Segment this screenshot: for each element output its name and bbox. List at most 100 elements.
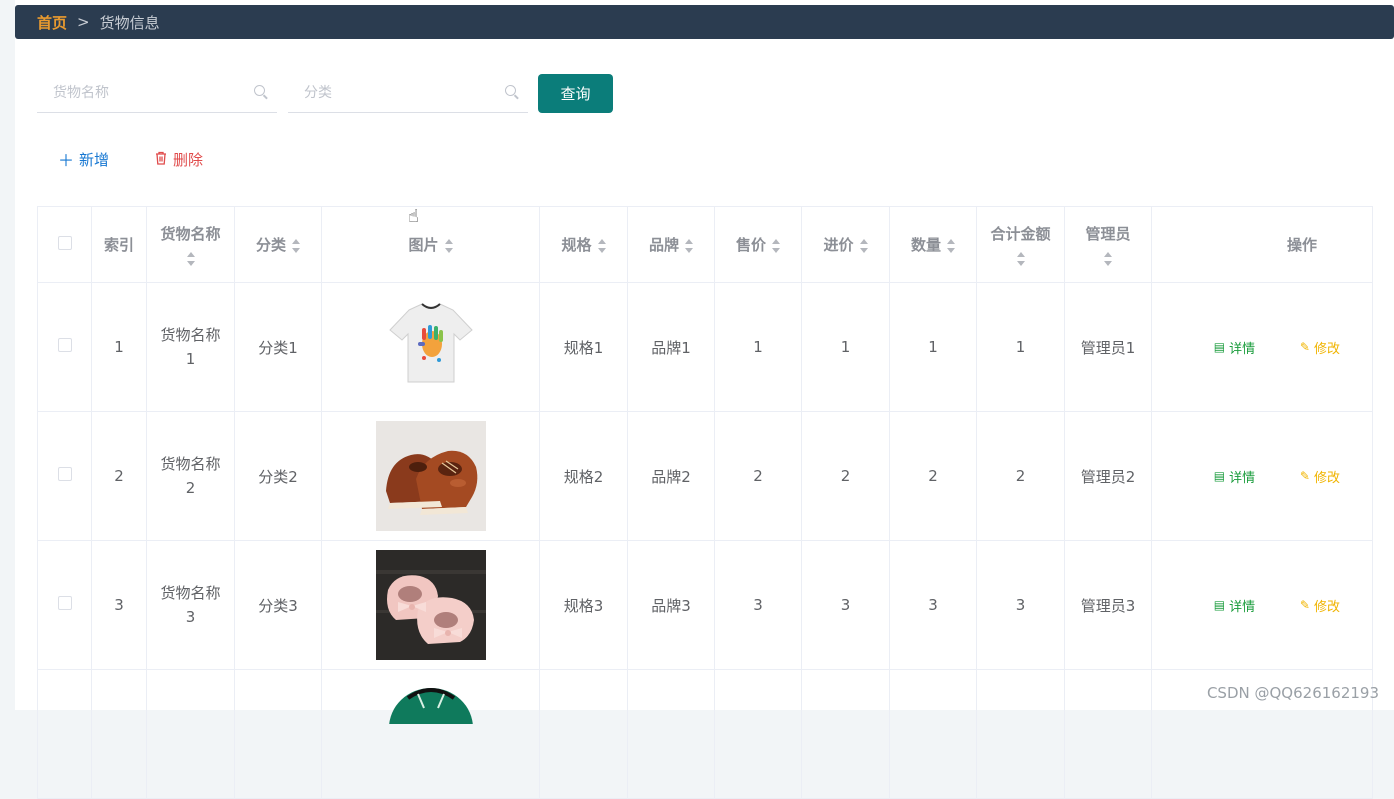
sort-icon[interactable] (859, 238, 868, 253)
purchase-price-cell: 2 (801, 411, 890, 541)
sort-icon[interactable] (1104, 252, 1112, 266)
category-cell (234, 669, 322, 799)
breadcrumb-home[interactable]: 首页 (37, 12, 67, 33)
breadcrumb-separator: > (77, 13, 90, 31)
select-all-cell (37, 206, 92, 283)
header-image-label: 图片 (408, 236, 439, 254)
search-icon (254, 85, 265, 96)
sort-icon[interactable] (772, 238, 780, 253)
table-header-row: 索引 货物名称 分类 图片 规格 品牌 售价 进价 数量 合计金额 管理员 操作 (37, 206, 1373, 283)
pencil-icon: ✎ (1299, 340, 1310, 355)
row-checkbox[interactable] (57, 596, 72, 610)
sale-price-cell: 3 (714, 540, 802, 670)
name-search-input[interactable] (37, 73, 245, 113)
admin-cell (1064, 669, 1152, 799)
add-label: 新增 (79, 150, 110, 169)
purchase-price-cell: 3 (801, 540, 890, 670)
detail-button[interactable]: ▤ 详情 (1214, 596, 1255, 615)
image-cell (321, 540, 540, 670)
admin-cell: 管理员1 (1064, 282, 1152, 412)
detail-label: 详情 (1229, 470, 1256, 486)
image-cell (321, 411, 540, 541)
query-button[interactable]: 查询 (538, 74, 613, 113)
edit-button[interactable]: ✎ 修改 (1300, 596, 1340, 615)
pencil-icon: ✎ (1299, 469, 1310, 484)
sale-price-cell: 2 (714, 411, 802, 541)
header-image[interactable]: 图片 (321, 206, 540, 283)
name-cell: 货物名称2 (146, 411, 235, 541)
sale-price-cell (714, 669, 802, 799)
header-admin[interactable]: 管理员 (1064, 206, 1152, 283)
document-icon: ▤ (1213, 469, 1226, 484)
header-name[interactable]: 货物名称 (146, 206, 235, 283)
purchase-price-cell: 1 (801, 282, 890, 412)
header-actions-label: 操作 (1286, 236, 1317, 254)
quantity-cell: 3 (889, 540, 977, 670)
header-total[interactable]: 合计金额 (976, 206, 1065, 283)
detail-label: 详情 (1229, 599, 1256, 615)
actions-cell: ▤ 详情 ✎ 修改 (1151, 282, 1373, 412)
add-button[interactable]: ＋ 新增 (58, 146, 109, 172)
row-select-cell (37, 411, 92, 541)
header-name-label: 货物名称 (160, 225, 221, 243)
sort-icon[interactable] (186, 252, 195, 266)
header-category[interactable]: 分类 (234, 206, 322, 283)
index-cell: 1 (91, 282, 147, 412)
name-text: 货物名称1 (160, 326, 221, 368)
header-brand-label: 品牌 (648, 236, 679, 254)
pink-bow-shoes-image[interactable] (375, 550, 486, 660)
row-checkbox[interactable] (57, 338, 72, 352)
edit-button[interactable]: ✎ 修改 (1300, 467, 1340, 486)
header-brand[interactable]: 品牌 (627, 206, 715, 283)
purchase-price-cell (801, 669, 890, 799)
edit-label: 修改 (1313, 599, 1340, 615)
white-tshirt-image[interactable] (375, 292, 486, 402)
header-actions: 操作 (1151, 206, 1373, 283)
goods-table: 索引 货物名称 分类 图片 规格 品牌 售价 进价 数量 合计金额 管理员 操作… (37, 206, 1373, 799)
header-quantity-label: 数量 (910, 236, 941, 254)
sort-icon[interactable] (685, 238, 693, 253)
document-icon: ▤ (1213, 598, 1226, 613)
sort-icon[interactable] (947, 238, 955, 253)
header-purchase-price-label: 进价 (823, 236, 854, 254)
sort-icon[interactable] (597, 238, 606, 253)
header-quantity[interactable]: 数量 (889, 206, 977, 283)
total-cell: 1 (976, 282, 1065, 412)
pencil-icon: ✎ (1299, 598, 1310, 613)
green-ball-image[interactable] (388, 684, 474, 724)
name-text: 货物名称2 (160, 455, 221, 497)
select-all-checkbox[interactable] (57, 235, 72, 250)
edit-label: 修改 (1313, 341, 1340, 357)
name-cell: 货物名称1 (146, 282, 235, 412)
delete-label: 删除 (173, 150, 204, 169)
sort-icon[interactable] (444, 238, 453, 253)
category-search-input[interactable] (288, 73, 496, 113)
header-purchase-price[interactable]: 进价 (801, 206, 890, 283)
table-row: 2 货物名称2 分类2 规格2 品牌2 2 2 2 2 管理员2 ▤ 详情 ✎ … (37, 411, 1373, 541)
brown-leather-shoes-image[interactable] (375, 421, 486, 531)
row-select-cell (37, 540, 92, 670)
header-spec[interactable]: 规格 (539, 206, 628, 283)
header-sale-price-label: 售价 (735, 236, 766, 254)
actions-cell: ▤ 详情 ✎ 修改 (1151, 540, 1373, 670)
total-cell (976, 669, 1065, 799)
edit-button[interactable]: ✎ 修改 (1300, 338, 1340, 357)
quantity-cell: 1 (889, 282, 977, 412)
image-cell (321, 669, 540, 799)
brand-cell (627, 669, 715, 799)
header-spec-label: 规格 (561, 236, 592, 254)
sort-icon[interactable] (292, 238, 300, 253)
header-total-label: 合计金额 (990, 225, 1051, 243)
image-cell (321, 282, 540, 412)
document-icon: ▤ (1213, 340, 1226, 355)
header-category-label: 分类 (255, 236, 286, 254)
detail-button[interactable]: ▤ 详情 (1214, 467, 1255, 486)
table-row: 3 货物名称3 分类3 规格3 品牌3 3 3 3 3 管理员3 ▤ 详情 ✎ … (37, 540, 1373, 670)
row-checkbox[interactable] (57, 467, 72, 481)
category-cell: 分类1 (234, 282, 322, 412)
header-sale-price[interactable]: 售价 (714, 206, 802, 283)
detail-button[interactable]: ▤ 详情 (1214, 338, 1255, 357)
delete-button[interactable]: 删除 (154, 146, 203, 172)
sort-icon[interactable] (1016, 252, 1025, 266)
brand-cell: 品牌3 (627, 540, 715, 670)
